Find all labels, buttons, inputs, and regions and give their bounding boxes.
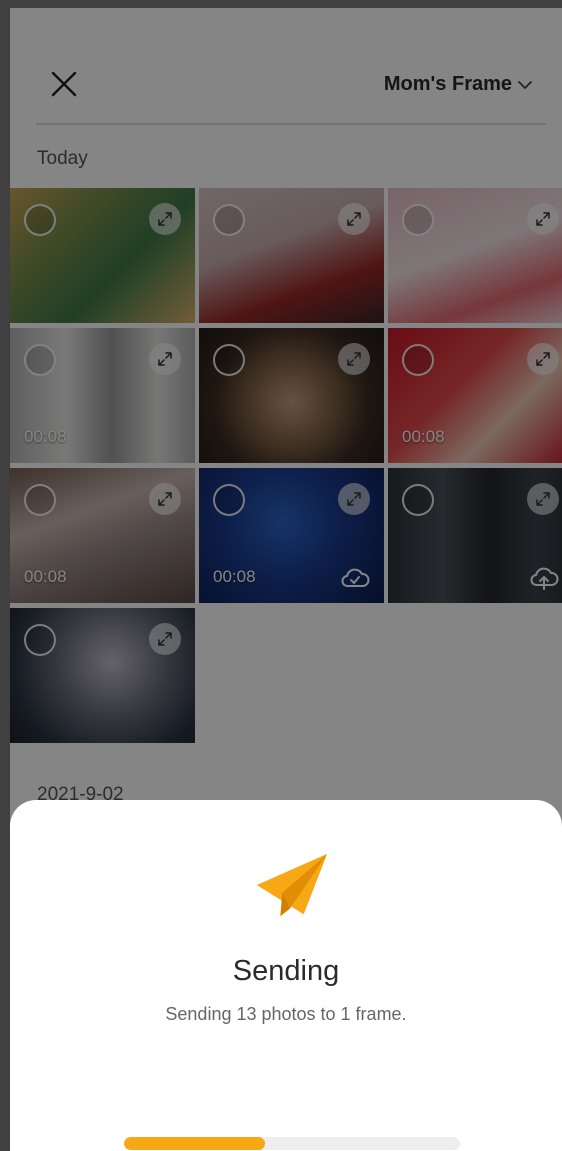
sending-progress-bar xyxy=(124,1137,460,1150)
sending-title: Sending xyxy=(232,955,340,987)
sending-sheet: Sending Sending 13 photos to 1 frame. xyxy=(10,800,562,1151)
sending-progress-fill xyxy=(124,1137,266,1150)
sending-subtitle: Sending 13 photos to 1 frame. xyxy=(165,1004,407,1024)
paper-plane-icon xyxy=(256,853,328,917)
